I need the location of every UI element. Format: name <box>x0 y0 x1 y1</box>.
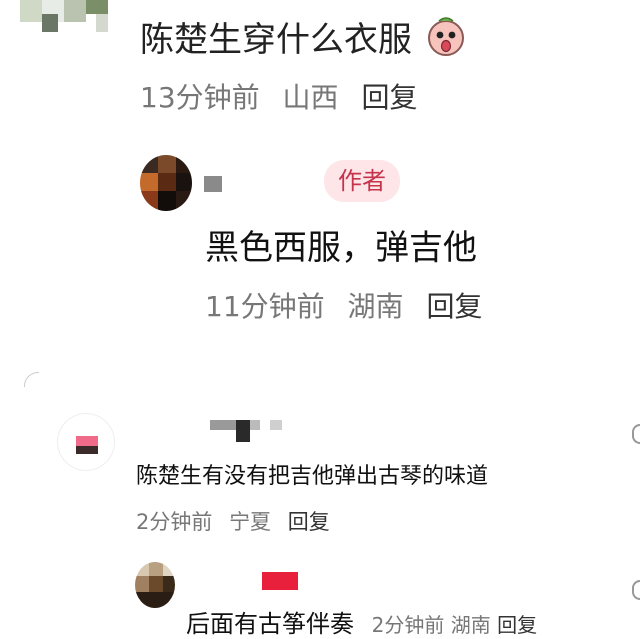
reply-text: 黑色西服，弹吉他 <box>205 228 477 268</box>
reply-text: 后面有古筝伴奏 2分钟前 湖南 回复 <box>186 610 538 638</box>
reply-location: 湖南 <box>450 613 491 637</box>
comment-meta: 13分钟前 山西 回复 <box>140 76 431 116</box>
reply-button[interactable]: 回复 <box>497 613 537 637</box>
avatar[interactable] <box>58 414 114 470</box>
surprised-face-emoji-icon <box>427 17 464 56</box>
top-avatar-blur <box>20 0 120 36</box>
edge-glyph <box>632 580 640 600</box>
reply-button[interactable]: 回复 <box>288 510 330 534</box>
reply-time: 11分钟前 <box>205 290 325 323</box>
comment-text: 陈楚生有没有把吉他弹出古琴的味道 <box>136 464 489 489</box>
comment-time: 13分钟前 <box>140 81 260 114</box>
edge-glyph <box>632 424 640 444</box>
username-blur <box>210 418 284 446</box>
username-blur <box>262 572 306 592</box>
comment-location: 宁夏 <box>229 510 272 534</box>
comment-text: 陈楚生穿什么衣服 <box>140 12 467 61</box>
avatar[interactable] <box>135 562 175 608</box>
avatar[interactable] <box>140 155 192 211</box>
reply-button[interactable]: 回复 <box>426 290 482 323</box>
divider-arc <box>24 372 39 387</box>
comment-meta: 2分钟前 宁夏 回复 <box>136 506 340 536</box>
reply-location: 湖南 <box>347 290 404 323</box>
reply-button[interactable]: 回复 <box>361 81 417 114</box>
author-badge: 作者 <box>324 160 400 202</box>
reply-meta: 11分钟前 湖南 回复 <box>205 285 496 325</box>
comment-time: 2分钟前 <box>136 510 213 534</box>
comment-location: 山西 <box>282 81 339 114</box>
username-blur <box>204 176 222 192</box>
reply-time: 2分钟前 <box>371 613 445 637</box>
